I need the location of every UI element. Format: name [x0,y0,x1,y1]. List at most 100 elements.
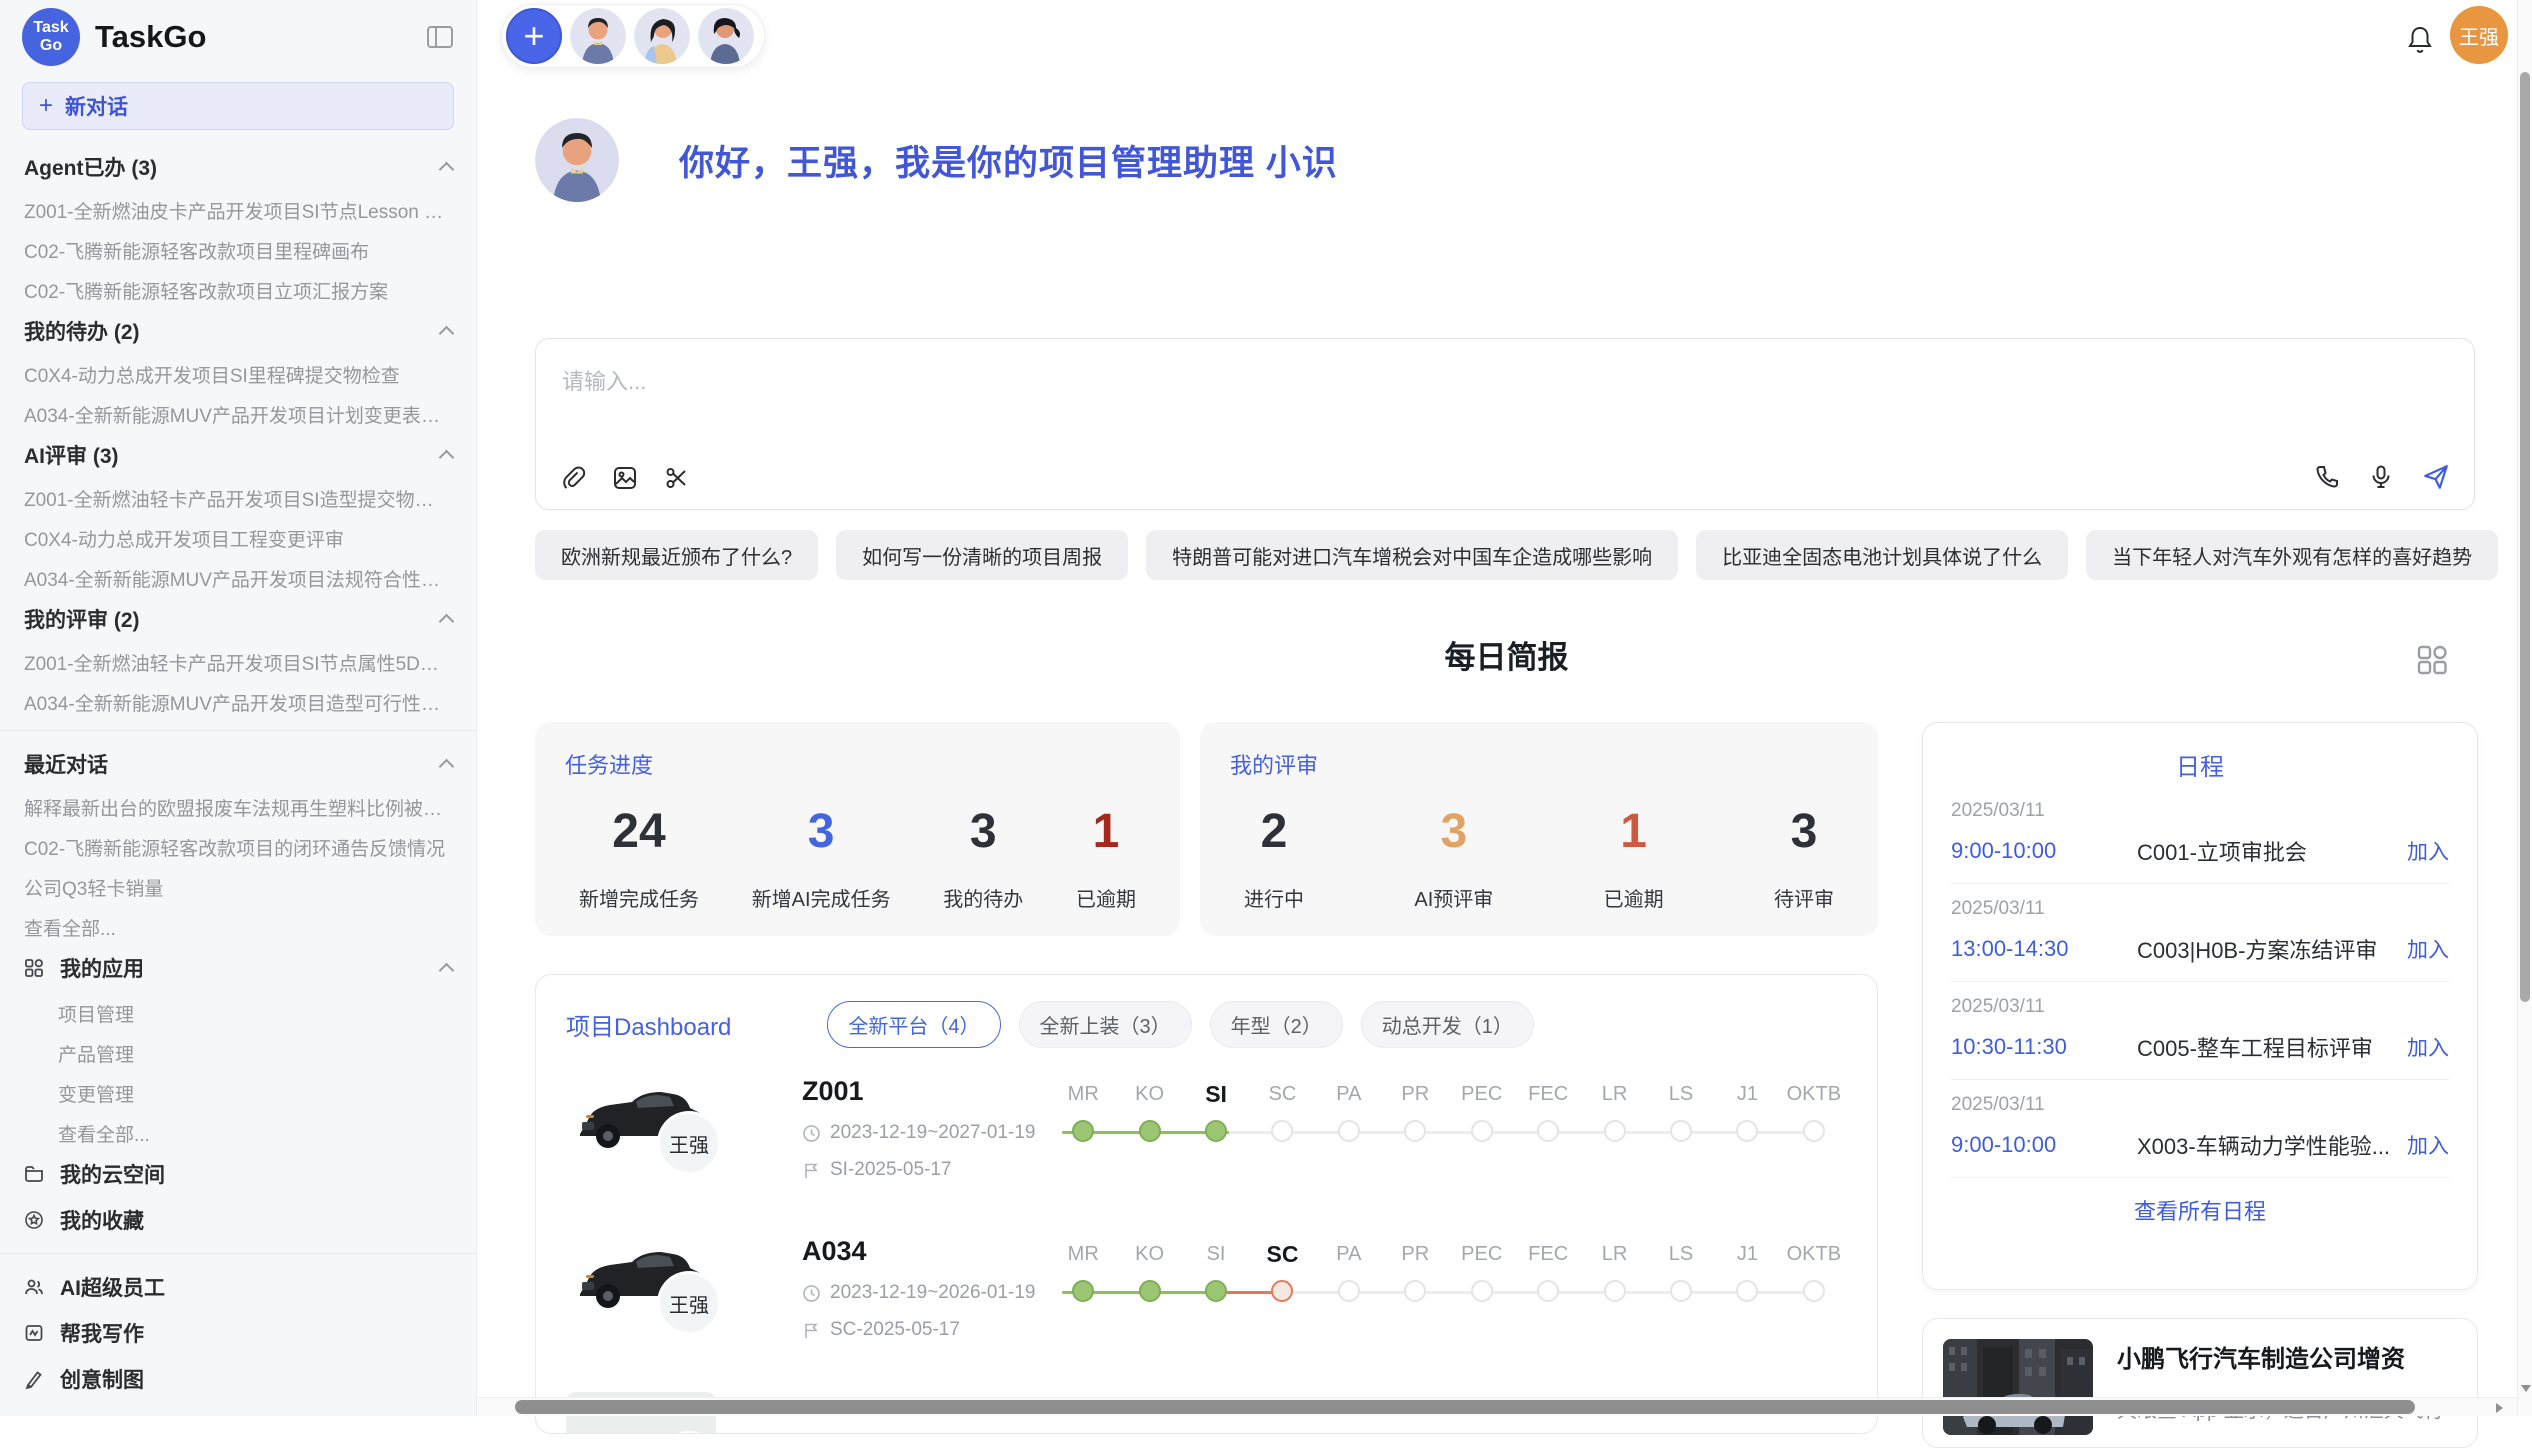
milestone-dots [1050,1120,1847,1146]
join-link[interactable]: 加入 [2407,934,2449,964]
sidebar-item-label: 帮我写作 [60,1318,144,1348]
project-node: SI-2025-05-17 [802,1159,1050,1181]
clock-icon [802,1124,821,1143]
agent-avatar-1[interactable] [570,8,626,64]
sidebar-collapse-icon[interactable] [426,24,454,50]
chevron-up-icon [439,962,455,978]
app-name: TaskGo [95,19,206,55]
milestone-dot [1072,1120,1094,1142]
sidebar-item-ai-super-staff[interactable]: AI超级员工 [0,1264,476,1310]
list-item[interactable]: C0X4-动力总成开发项目工程变更评审 [0,516,476,556]
list-item[interactable]: A034-全新新能源MUV产品开发项目计划变更表编写 [0,392,476,432]
scroll-right-arrow-icon[interactable] [2496,1403,2503,1413]
attachment-icon[interactable] [560,465,586,491]
task-progress-card: 任务进度 24 新增完成任务 3 新增AI完成任务 3 我的待办 1 已逾期 [535,722,1180,936]
section-ai-review[interactable]: AI评审 (3) [0,432,476,476]
people-icon [24,1277,46,1297]
list-item[interactable]: C0X4-动力总成开发项目SI里程碑提交物检查 [0,352,476,392]
sidebar-item-cloud-space[interactable]: 我的云空间 [0,1151,476,1197]
microphone-icon[interactable] [2368,464,2394,490]
view-all-schedule-link[interactable]: 查看所有日程 [1951,1178,2449,1242]
sidebar-item-favorites[interactable]: 我的收藏 [0,1197,476,1243]
project-row-a034[interactable]: 王强 A034 2023-12-19~2026-01-19 SC-2025-05… [536,1216,1877,1376]
view-all-chats[interactable]: 查看全部... [0,905,476,945]
new-chat-button[interactable]: + 新对话 [22,82,454,130]
horizontal-scrollbar-thumb[interactable] [515,1400,2415,1414]
section-title: 我的评审 (2) [24,604,140,634]
join-link[interactable]: 加入 [2407,1032,2449,1062]
sidebar-item-product-mgmt[interactable]: 产品管理 [0,1031,476,1071]
milestone-dot [1139,1120,1161,1142]
phone-call-icon[interactable] [2314,464,2340,490]
filter-new-platform[interactable]: 全新平台（4） [827,1001,1000,1048]
section-my-review[interactable]: 我的评审 (2) [0,596,476,640]
list-item[interactable]: A034-全新新能源MUV产品开发项目造型可行性评审 [0,680,476,720]
image-icon[interactable] [612,465,638,491]
list-item[interactable]: Z001-全新燃油皮卡产品开发项目SI节点Lesson Learn报告 [0,188,476,228]
sidebar-item-project-mgmt[interactable]: 项目管理 [0,991,476,1031]
milestone-dot [1803,1280,1825,1302]
milestone-dots [1050,1280,1847,1306]
list-item[interactable]: 解释最新出台的欧盟报废车法规再生塑料比例被调至15%... [0,785,476,825]
agent-avatar-3[interactable] [698,8,754,64]
stat-value: 2 [1244,804,1304,859]
section-agent-done[interactable]: Agent已办 (3) [0,144,476,188]
project-node-date: SI-2025-05-17 [830,1159,951,1181]
schedule-title: 日程 [1951,747,2449,782]
stat-label: 进行中 [1244,883,1304,912]
notification-bell-icon[interactable] [2406,24,2434,59]
list-item[interactable]: C02-飞腾新能源轻客改款项目里程碑画布 [0,228,476,268]
agent-avatar-2[interactable] [634,8,690,64]
suggestion-chip[interactable]: 如何写一份清晰的项目周报 [836,530,1128,580]
milestone-dot [1736,1280,1758,1302]
sidebar-item-my-apps[interactable]: 我的应用 [0,945,476,991]
scroll-down-arrow-icon[interactable] [2521,1385,2531,1392]
add-agent-button[interactable]: + [506,8,562,64]
list-item[interactable]: 公司Q3轻卡销量 [0,865,476,905]
milestone-label: PA [1316,1080,1382,1108]
sidebar-item-help-me-write[interactable]: 帮我写作 [0,1310,476,1356]
milestone-label: LS [1648,1080,1714,1108]
list-item[interactable]: C02-飞腾新能源轻客改款项目立项汇报方案 [0,268,476,308]
stat-label: 新增AI完成任务 [752,883,891,912]
project-date-range: 2023-12-19~2026-01-19 [830,1282,1035,1304]
assistant-greeting-row: 你好，王强，我是你的项目管理助理 小识 [535,118,1338,202]
section-recent-chats[interactable]: 最近对话 [0,741,476,785]
scissors-icon[interactable] [664,465,690,491]
event-name: C003|H0B-方案冻结评审 [2137,933,2393,965]
milestone-label: KO [1116,1240,1182,1268]
sidebar-item-label: 创意制图 [60,1364,144,1394]
suggestion-chip[interactable]: 特朗普可能对进口汽车增税会对中国车企造成哪些影响 [1146,530,1678,580]
suggestion-chip[interactable]: 当下年轻人对汽车外观有怎样的喜好趋势 [2086,530,2498,580]
list-item[interactable]: Z001-全新燃油轻卡产品开发项目SI节点属性5D文件评审 [0,640,476,680]
suggestion-chip[interactable]: 比亚迪全固态电池计划具体说了什么 [1696,530,2068,580]
send-icon[interactable] [2422,463,2450,491]
filter-powertrain[interactable]: 动总开发（1） [1361,1001,1534,1048]
suggestion-chip[interactable]: 欧洲新规最近颁布了什么? [535,530,818,580]
chat-input[interactable] [562,369,1962,395]
layout-grid-icon[interactable] [2412,640,2452,685]
sidebar-item-change-mgmt[interactable]: 变更管理 [0,1071,476,1111]
list-item[interactable]: Z001-全新燃油轻卡产品开发项目SI造型提交物评审 [0,476,476,516]
list-item[interactable]: A034-全新新能源MUV产品开发项目法规符合性评审 [0,556,476,596]
stat-value: 1 [1604,804,1664,859]
list-item[interactable]: C02-飞腾新能源轻客改款项目的闭环通告反馈情况 [0,825,476,865]
user-avatar[interactable]: 王强 [2450,6,2508,64]
join-link[interactable]: 加入 [2407,836,2449,866]
milestone-dot [1338,1280,1360,1302]
filter-new-body[interactable]: 全新上装（3） [1019,1001,1192,1048]
input-tools-left [560,465,690,491]
milestone-dot [1072,1280,1094,1302]
join-link[interactable]: 加入 [2407,1130,2449,1160]
section-my-todo[interactable]: 我的待办 (2) [0,308,476,352]
milestone-dot [1404,1280,1426,1302]
filter-model-year[interactable]: 年型（2） [1210,1001,1343,1048]
stat-overdue: 1 已逾期 [1076,804,1136,912]
vertical-scrollbar-thumb[interactable] [2520,72,2530,1002]
dashboard-filters: 全新平台（4） 全新上装（3） 年型（2） 动总开发（1） [827,1001,1534,1048]
sidebar-item-creative-drawing[interactable]: 创意制图 [0,1356,476,1402]
project-row-z001[interactable]: 王强 Z001 2023-12-19~2027-01-19 SI-2025-05… [536,1056,1877,1216]
view-all-apps[interactable]: 查看全部... [0,1111,476,1151]
schedule-event: 2025/03/11 9:00-10:00 X003-车辆动力学性能验... 加… [1951,1080,2449,1178]
news-card[interactable]: 小鹏飞行汽车制造公司增资 天眼查 App 显示，近日广州汇天飞行汽... [1922,1318,2478,1448]
